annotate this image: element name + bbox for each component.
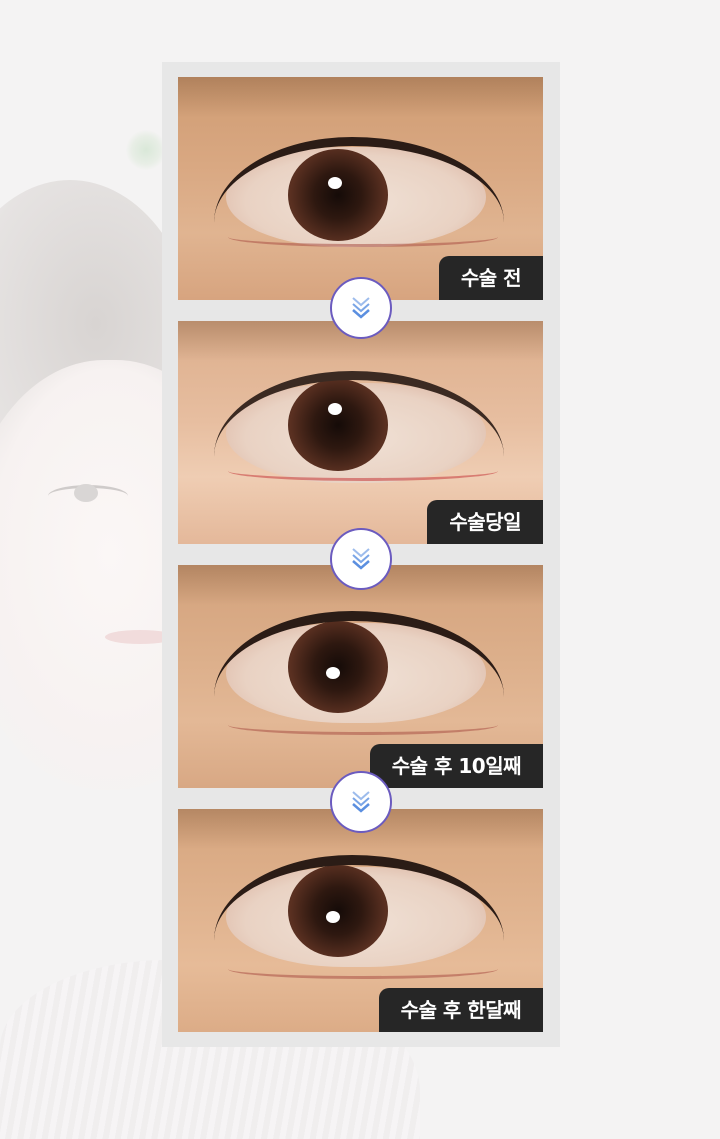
stage-label: 수술당일 bbox=[427, 500, 543, 544]
stage-label: 수술 후 10일째 bbox=[369, 744, 543, 788]
stage-after-one-month: 수술 후 한달째 bbox=[178, 809, 543, 1032]
double-chevron-down-icon bbox=[330, 277, 392, 339]
stage-before-surgery: 수술 전 bbox=[178, 77, 543, 300]
hair-flower-decoration bbox=[126, 130, 166, 170]
double-chevron-down-icon bbox=[330, 771, 392, 833]
stage-label: 수술 후 한달째 bbox=[378, 988, 543, 1032]
stage-label: 수술 전 bbox=[438, 256, 543, 300]
model-iris bbox=[74, 484, 98, 502]
stage-surgery-day: 수술당일 bbox=[178, 321, 543, 544]
double-chevron-down-icon bbox=[330, 528, 392, 590]
before-after-comparison-panel: 수술 전 수술당일 수술 후 10일째 수술 후 한달째 bbox=[162, 62, 560, 1047]
stage-after-10-days: 수술 후 10일째 bbox=[178, 565, 543, 788]
